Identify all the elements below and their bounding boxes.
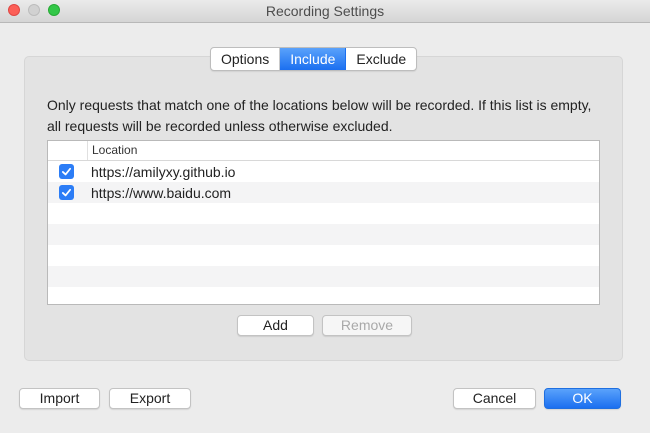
window-title: Recording Settings: [265, 3, 385, 19]
empty-row: [48, 266, 599, 287]
remove-button[interactable]: Remove: [322, 315, 412, 336]
checkbox-column-header: [48, 141, 88, 160]
export-button[interactable]: Export: [109, 388, 191, 409]
enabled-checkbox[interactable]: [59, 164, 74, 179]
include-description: Only requests that match one of the loca…: [47, 97, 592, 134]
location-cell: https://amilyxy.github.io: [91, 163, 236, 180]
tab-options[interactable]: Options: [211, 48, 281, 70]
empty-row: [48, 224, 599, 245]
enabled-checkbox[interactable]: [59, 185, 74, 200]
import-button[interactable]: Import: [19, 388, 100, 409]
cancel-button[interactable]: Cancel: [453, 388, 536, 409]
tab-include[interactable]: Include: [280, 48, 347, 70]
tab-bar: Options Include Exclude: [210, 47, 418, 71]
title-bar: Recording Settings: [0, 0, 650, 23]
empty-row: [48, 203, 599, 224]
checkmark-icon: [61, 167, 72, 176]
table-header: Location: [48, 141, 599, 161]
location-column-header[interactable]: Location: [88, 141, 137, 160]
table-row[interactable]: https://www.baidu.com: [48, 182, 599, 203]
location-table: Location https://amilyxy.github.io https…: [47, 140, 600, 305]
ok-button[interactable]: OK: [544, 388, 621, 409]
empty-row: [48, 287, 599, 304]
tab-exclude[interactable]: Exclude: [346, 48, 416, 70]
table-row[interactable]: https://amilyxy.github.io: [48, 161, 599, 182]
empty-row: [48, 245, 599, 266]
checkmark-icon: [61, 188, 72, 197]
add-button[interactable]: Add: [237, 315, 314, 336]
location-cell: https://www.baidu.com: [91, 184, 232, 201]
